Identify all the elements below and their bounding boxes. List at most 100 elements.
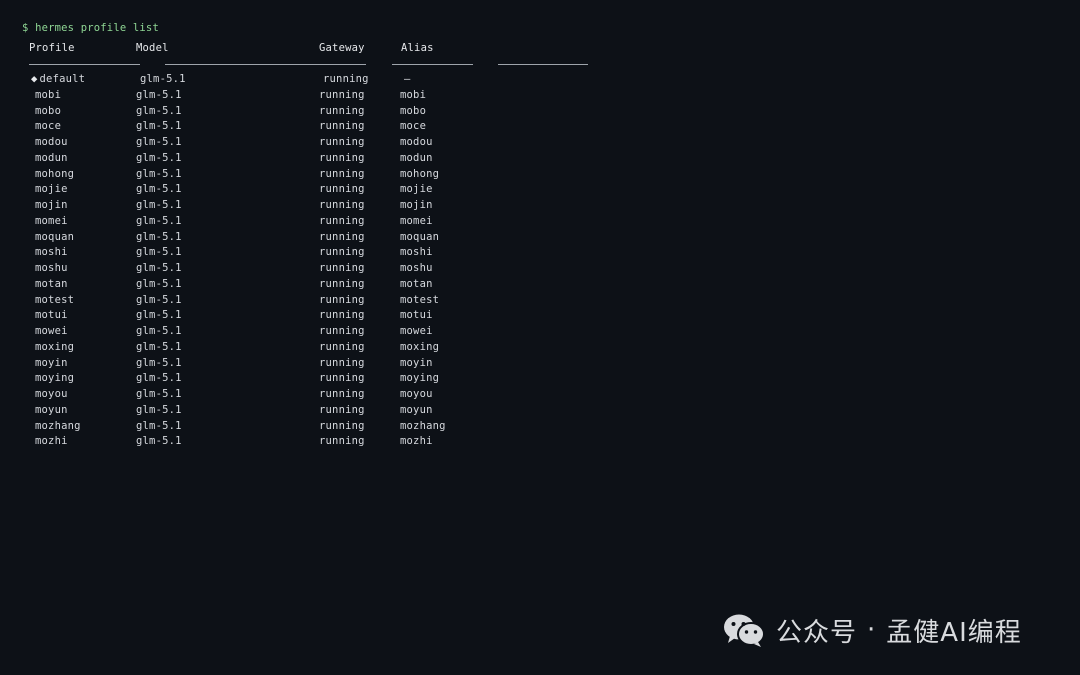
profile-gateway-status: running <box>319 403 365 416</box>
profile-model: glm-5.1 <box>136 246 182 259</box>
profile-model: glm-5.1 <box>136 293 182 306</box>
profile-model: glm-5.1 <box>136 435 182 448</box>
profile-name-text: mojin <box>35 199 68 211</box>
profile-alias: moxing <box>400 340 440 353</box>
profile-name: modou <box>35 136 68 148</box>
profile-model: glm-5.1 <box>136 419 182 432</box>
profile-name-text: mozhang <box>35 419 81 432</box>
table-row: moshi glm-5.1 running moshi <box>0 246 700 262</box>
column-header-model: Model <box>136 42 169 54</box>
profile-name: mobo <box>35 105 61 117</box>
profile-name-text: default <box>39 73 86 85</box>
profile-name-text: mojie <box>35 183 68 196</box>
profile-alias: mozhang <box>400 419 446 432</box>
profile-alias: moquan <box>400 230 440 243</box>
table-row: momei glm-5.1 running momei <box>0 215 700 231</box>
profile-model: glm-5.1 <box>136 104 182 117</box>
profile-gateway-status: running <box>319 104 365 117</box>
profile-name-text: moyou <box>35 388 68 400</box>
profile-name: moshi <box>35 246 68 258</box>
profile-name-text: mobo <box>35 104 62 117</box>
profile-model: glm-5.1 <box>136 388 182 400</box>
profile-name: moce <box>35 120 61 132</box>
profile-model: glm-5.1 <box>136 309 182 322</box>
command-line: $ hermes profile list <box>22 22 159 34</box>
profile-alias: moyin <box>400 356 433 369</box>
table-row: moxing glm-5.1 running moxing <box>0 341 700 357</box>
profile-model: glm-5.1 <box>136 167 182 180</box>
profile-gateway-status: running <box>319 262 365 274</box>
terminal-window[interactable]: $ hermes profile list Profile Model Gate… <box>0 0 1080 675</box>
profile-name-text: mowei <box>35 325 68 337</box>
table-row: ◆ default glm-5.1 running — <box>0 73 700 89</box>
profile-model: glm-5.1 <box>136 120 182 133</box>
profile-gateway-status: running <box>319 120 365 133</box>
table-row: mowei glm-5.1 running mowei <box>0 325 700 341</box>
header-rule-gateway <box>392 64 473 65</box>
profile-gateway-status: running <box>319 88 365 101</box>
profile-model: glm-5.1 <box>136 372 182 385</box>
profile-name: moying <box>35 372 74 384</box>
table-row: mozhang glm-5.1 running mozhang <box>0 420 700 436</box>
watermark-label: 公众号 <box>776 617 858 648</box>
profile-gateway-status: running <box>319 277 365 290</box>
table-row: mobi glm-5.1 running mobi <box>0 89 700 105</box>
profile-name-text: momei <box>35 214 68 227</box>
profile-name-text: mozhi <box>35 435 68 448</box>
profile-gateway-status: running <box>319 325 365 337</box>
profile-alias: mobo <box>400 104 427 117</box>
profile-alias: mojie <box>400 183 433 196</box>
profile-gateway-status: running <box>319 214 365 227</box>
profile-name-text: modun <box>35 151 68 164</box>
profile-name-text: moshu <box>35 262 68 274</box>
column-header-gateway: Gateway <box>319 42 365 54</box>
column-header-profile: Profile <box>29 42 75 54</box>
profile-name: mozhang <box>35 420 81 432</box>
profile-name: mojin <box>35 199 68 211</box>
profile-model: glm-5.1 <box>136 277 182 290</box>
profile-model: glm-5.1 <box>136 183 182 196</box>
profile-model: glm-5.1 <box>136 262 182 274</box>
profile-name-text: motan <box>35 277 68 290</box>
profile-gateway-status: running <box>319 388 365 400</box>
profile-gateway-status: running <box>323 73 369 85</box>
profile-model: glm-5.1 <box>140 73 186 85</box>
table-row: moyou glm-5.1 running moyou <box>0 388 700 404</box>
profile-alias: moyou <box>400 388 433 400</box>
profile-name: moquan <box>35 231 74 243</box>
table-row: moying glm-5.1 running moying <box>0 372 700 388</box>
watermark: 公众号 · 孟健AI编程 <box>722 610 1022 650</box>
default-marker: ◆ <box>31 73 38 85</box>
profile-alias: mowei <box>400 325 433 337</box>
profile-name-text: moquan <box>35 230 75 243</box>
profile-model: glm-5.1 <box>136 403 182 416</box>
profile-alias: moying <box>400 372 440 385</box>
profile-alias: — <box>404 73 411 85</box>
table-row: motan glm-5.1 running motan <box>0 278 700 294</box>
profile-name: moyun <box>35 404 68 416</box>
table-row: mozhi glm-5.1 running mozhi <box>0 435 700 451</box>
table-row: moquan glm-5.1 running moquan <box>0 231 700 247</box>
table-row: motui glm-5.1 running motui <box>0 309 700 325</box>
profile-name-text: motest <box>35 293 75 306</box>
profile-table: ◆ default glm-5.1 running — mobi glm-5.1 runnin… <box>0 73 700 451</box>
watermark-separator: · <box>867 615 877 645</box>
table-row: modou glm-5.1 running modou <box>0 136 700 152</box>
profile-gateway-status: running <box>319 136 365 148</box>
profile-alias: modun <box>400 151 433 164</box>
watermark-author: 孟健AI编程 <box>886 617 1022 648</box>
profile-name-text: mobi <box>35 88 62 101</box>
profile-name-text: moshi <box>35 246 68 259</box>
profile-name: modun <box>35 152 68 164</box>
profile-name: motan <box>35 278 68 290</box>
profile-gateway-status: running <box>319 372 365 385</box>
profile-name: mowei <box>35 325 68 337</box>
profile-model: glm-5.1 <box>136 214 182 227</box>
table-row: motest glm-5.1 running motest <box>0 294 700 310</box>
profile-gateway-status: running <box>319 356 365 369</box>
profile-alias: motest <box>400 293 440 306</box>
header-rule-profile <box>29 64 140 65</box>
profile-alias: mobi <box>400 88 427 101</box>
profile-name: moyin <box>35 357 68 369</box>
profile-gateway-status: running <box>319 199 365 211</box>
